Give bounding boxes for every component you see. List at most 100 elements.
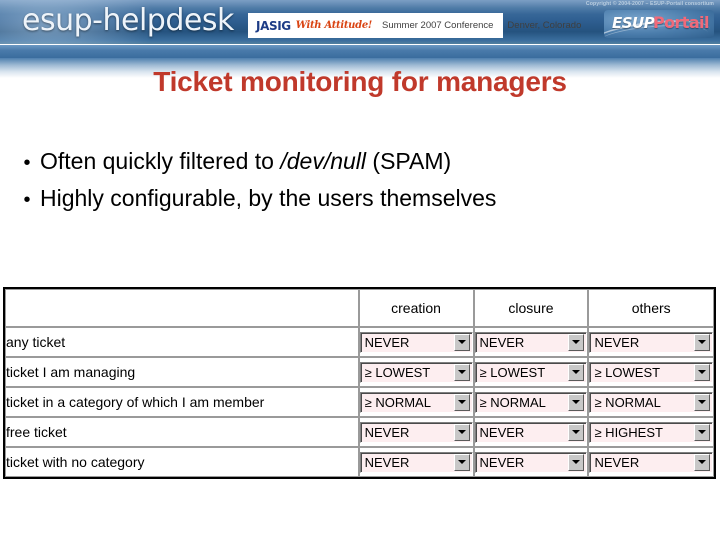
select-managing-others[interactable]: ≥ LOWEST (589, 361, 713, 383)
bullet-text-italic: /dev/null (280, 148, 367, 174)
cell-free-ticket-closure: NEVER (473, 417, 589, 447)
select-no-category-closure[interactable]: NEVER (474, 451, 588, 473)
chevron-down-icon[interactable] (694, 423, 710, 441)
copyright-notice: Copyright © 2004-2007 – ESUP-Portail con… (585, 1, 714, 7)
select-no-category-others[interactable]: NEVER (589, 451, 713, 473)
select-no-category-creation[interactable]: NEVER (359, 451, 473, 473)
chevron-down-icon[interactable] (453, 423, 470, 441)
page-title: Ticket monitoring for managers (153, 66, 567, 97)
cell-managing-creation: ≥ LOWEST (358, 357, 474, 387)
select-any-ticket-creation[interactable]: NEVER (359, 331, 473, 353)
select-category-member-creation[interactable]: ≥ NORMAL (359, 391, 473, 413)
jasig-tagline: With Attitude! (295, 20, 373, 31)
cell-category-member-others: ≥ NORMAL (588, 387, 714, 417)
table-body: any ticket NEVER NEVER NEVER ticket I am… (5, 327, 714, 477)
column-header-creation: creation (358, 289, 474, 327)
conference-name: Summer 2007 Conference (382, 20, 494, 31)
select-any-ticket-closure[interactable]: NEVER (474, 331, 588, 353)
column-header-others: others (588, 289, 714, 327)
row-label-no-category: ticket with no category (5, 447, 359, 477)
logo-text-portail: Portail (653, 13, 709, 32)
select-value: ≥ LOWEST (594, 364, 661, 380)
row-label-any-ticket: any ticket (5, 327, 359, 357)
select-value: NEVER (364, 424, 410, 440)
select-value: NEVER (594, 454, 640, 470)
cell-no-category-others: NEVER (588, 447, 714, 477)
select-value: ≥ HIGHEST (594, 424, 663, 440)
cell-free-ticket-others: ≥ HIGHEST (588, 417, 714, 447)
chevron-down-icon[interactable] (568, 333, 585, 351)
bullet-text-pre: Often quickly filtered to (40, 148, 281, 174)
select-value: NEVER (364, 454, 410, 470)
select-value: ≥ NORMAL (364, 394, 431, 410)
bullet-list: • Often quickly filtered to /dev/null (S… (14, 148, 704, 222)
cell-any-ticket-closure: NEVER (473, 327, 589, 357)
chevron-down-icon[interactable] (453, 333, 470, 351)
brand-wordmark: esup-helpdesk (22, 3, 234, 38)
select-category-member-others[interactable]: ≥ NORMAL (589, 391, 713, 413)
select-value: NEVER (364, 334, 410, 350)
chevron-down-icon[interactable] (568, 393, 585, 411)
select-free-ticket-closure[interactable]: NEVER (474, 421, 588, 443)
chevron-down-icon[interactable] (568, 363, 585, 381)
bullet-text: Often quickly filtered to /dev/null (SPA… (40, 148, 451, 175)
table-row: ticket I am managing ≥ LOWEST ≥ LOWEST ≥… (5, 357, 714, 387)
select-value: ≥ NORMAL (594, 394, 661, 410)
chevron-down-icon[interactable] (453, 453, 470, 471)
conference-banner: JASIG With Attitude! Summer 2007 Confere… (248, 13, 581, 38)
conference-location: Denver, Colorado (507, 20, 582, 31)
cell-no-category-closure: NEVER (473, 447, 589, 477)
row-label-category-member: ticket in a category of which I am membe… (5, 387, 359, 417)
select-value: ≥ LOWEST (364, 364, 431, 380)
bullet-text-pre: Highly configurable, by the users themse… (40, 185, 497, 211)
select-value: NEVER (479, 424, 525, 440)
jasig-logo: JASIG (256, 18, 291, 33)
row-label-free-ticket: free ticket (5, 417, 359, 447)
table-row: ticket in a category of which I am membe… (5, 387, 714, 417)
select-managing-closure[interactable]: ≥ LOWEST (474, 361, 588, 383)
table-header-row: creation closure others (5, 289, 714, 327)
cell-no-category-creation: NEVER (358, 447, 474, 477)
chevron-down-icon[interactable] (694, 363, 710, 381)
bullet-text-post: (SPAM) (366, 148, 452, 174)
cell-managing-closure: ≥ LOWEST (473, 357, 589, 387)
logo-text-esup: ESUP (612, 14, 655, 32)
chevron-down-icon[interactable] (568, 453, 585, 471)
select-value: NEVER (479, 454, 525, 470)
chevron-down-icon[interactable] (694, 453, 710, 471)
cell-any-ticket-creation: NEVER (358, 327, 474, 357)
banner-secondary-strip (0, 45, 720, 58)
cell-category-member-creation: ≥ NORMAL (358, 387, 474, 417)
bullet-marker-icon: • (23, 152, 31, 174)
esup-portail-logo: ESUP Portail (604, 10, 714, 38)
table-row: ticket with no category NEVER NEVER NEVE… (5, 447, 714, 477)
chevron-down-icon[interactable] (453, 363, 470, 381)
chevron-down-icon[interactable] (694, 393, 710, 411)
select-free-ticket-creation[interactable]: NEVER (359, 421, 473, 443)
cell-category-member-closure: ≥ NORMAL (473, 387, 589, 417)
chevron-down-icon[interactable] (694, 333, 710, 351)
list-item: • Often quickly filtered to /dev/null (S… (14, 148, 704, 175)
table-row: free ticket NEVER NEVER ≥ HIGHEST (5, 417, 714, 447)
select-value: ≥ LOWEST (479, 364, 546, 380)
select-category-member-closure[interactable]: ≥ NORMAL (474, 391, 588, 413)
select-any-ticket-others[interactable]: NEVER (589, 331, 713, 353)
bullet-text: Highly configurable, by the users themse… (40, 185, 496, 212)
select-managing-creation[interactable]: ≥ LOWEST (359, 361, 473, 383)
table-row: any ticket NEVER NEVER NEVER (5, 327, 714, 357)
list-item: • Highly configurable, by the users them… (14, 185, 704, 212)
select-value: NEVER (594, 334, 640, 350)
chevron-down-icon[interactable] (568, 423, 585, 441)
select-value: ≥ NORMAL (479, 394, 546, 410)
select-value: NEVER (479, 334, 525, 350)
cell-any-ticket-others: NEVER (588, 327, 714, 357)
cell-managing-others: ≥ LOWEST (588, 357, 714, 387)
table-header: creation closure others (5, 289, 714, 327)
select-free-ticket-others[interactable]: ≥ HIGHEST (589, 421, 713, 443)
bullet-marker-icon: • (23, 189, 31, 211)
notification-settings-table: creation closure others any ticket NEVER… (3, 287, 716, 479)
row-label-ticket-i-am-managing: ticket I am managing (5, 357, 359, 387)
chevron-down-icon[interactable] (453, 393, 470, 411)
table-corner-header (5, 289, 359, 327)
cell-free-ticket-creation: NEVER (358, 417, 474, 447)
